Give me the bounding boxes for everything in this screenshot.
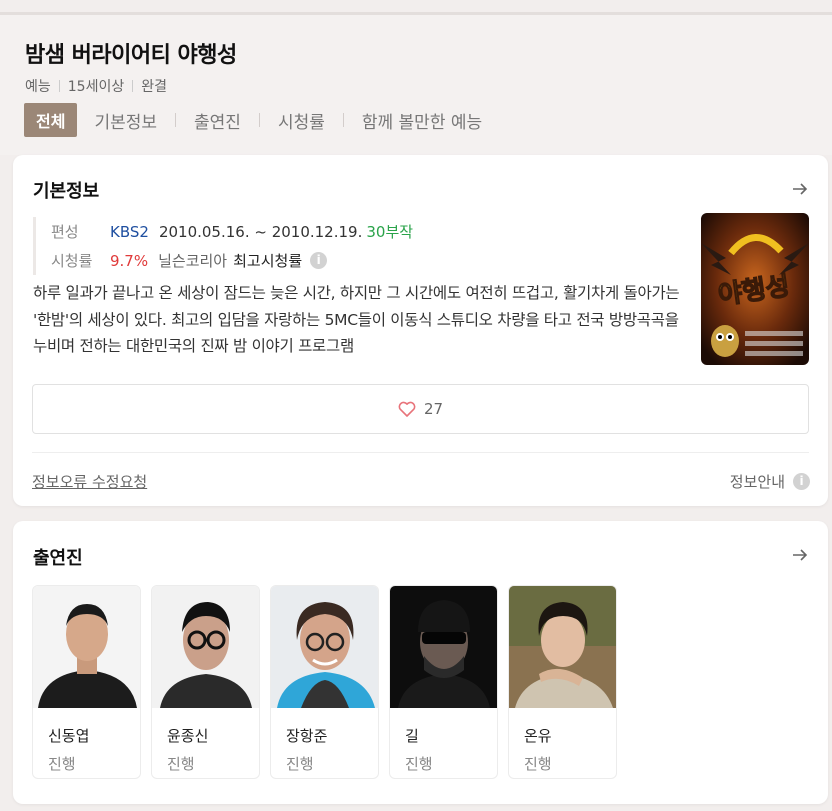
divider [32, 452, 809, 453]
tab-divider [85, 113, 86, 127]
genre-label: 예능 [25, 79, 51, 95]
program-header: 밤샘 버라이어티 야행성 예능 15세이상 완결 전체 기본정보 출연진 시청률… [0, 15, 832, 155]
tab-bar: 전체 기본정보 출연진 시청률 함께 볼만한 예능 [24, 103, 482, 137]
basic-info-card: 기본정보 편성 KBS2 2010.05.16. ~ 2010.12.19. 3… [13, 155, 828, 506]
meta-divider [132, 80, 134, 92]
cast-name: 온유 [524, 727, 552, 745]
info-guide-link[interactable]: 정보안내 i [730, 471, 810, 492]
broadcast-dates: 2010.05.16. ~ 2010.12.19. [158, 222, 363, 241]
cast-role: 진행 [405, 755, 433, 773]
info-icon[interactable]: i [310, 252, 328, 269]
tab-divider [342, 113, 344, 127]
info-rows: 편성 KBS2 2010.05.16. ~ 2010.12.19. 30부작 시… [33, 217, 413, 275]
basic-info-title: 기본정보 [33, 181, 100, 202]
cast-list: 신동엽 진행 윤종신 진행 장항준 진행 길 진행 온유 진행 [32, 585, 627, 779]
program-description: 하루 일과가 끝나고 온 세상이 잠드는 늦은 시간, 하지만 그 시간에도 여… [33, 284, 680, 355]
cast-member-card[interactable]: 신동엽 진행 [32, 585, 141, 779]
tab-related-shows[interactable]: 함께 볼만한 예능 [362, 108, 482, 133]
cast-name: 길 [405, 727, 419, 745]
cast-member-card[interactable]: 온유 진행 [508, 585, 617, 779]
meta-divider [58, 80, 60, 92]
program-title: 밤샘 버라이어티 야행성 [25, 43, 237, 68]
age-rating-label: 15세이상 [67, 79, 125, 95]
broadcast-label: 편성 [51, 223, 79, 241]
cast-role: 진행 [167, 755, 195, 773]
cast-photo [271, 586, 378, 708]
tab-all[interactable]: 전체 [24, 103, 78, 137]
cast-member-card[interactable]: 장항준 진행 [270, 585, 379, 779]
cast-role: 진행 [48, 755, 76, 773]
like-button[interactable]: 27 [32, 384, 809, 434]
cast-photo [33, 586, 140, 708]
cast-photo [390, 586, 497, 708]
arrow-right-icon[interactable] [790, 545, 810, 565]
cast-card: 출연진 신동엽 진행 윤종신 진행 장항준 진행 길 진행 온유 진행 [13, 521, 828, 804]
rating-label: 시청률 [51, 252, 93, 270]
report-error-link[interactable]: 정보오류 수정요청 [32, 471, 147, 492]
rating-type: 최고시청률 [233, 252, 303, 270]
tab-ratings[interactable]: 시청률 [278, 108, 325, 133]
program-poster[interactable]: 야행성 [701, 213, 809, 365]
cast-title: 출연진 [33, 548, 83, 569]
like-count: 27 [423, 400, 444, 418]
cast-name: 신동엽 [48, 727, 90, 745]
cast-member-card[interactable]: 길 진행 [389, 585, 498, 779]
broadcast-row: 편성 KBS2 2010.05.16. ~ 2010.12.19. 30부작 [51, 217, 413, 246]
tab-divider [175, 113, 177, 127]
arrow-right-icon[interactable] [790, 179, 810, 199]
rating-row: 시청률 9.7% 닐슨코리아 최고시청률 i [51, 246, 413, 275]
status-label: 완결 [141, 79, 167, 95]
heart-icon [398, 401, 416, 417]
cast-photo [509, 586, 616, 708]
cast-member-card[interactable]: 윤종신 진행 [151, 585, 260, 779]
rating-value: 9.7% [110, 251, 149, 270]
cast-name: 장항준 [286, 727, 328, 745]
channel-link[interactable]: KBS2 [110, 223, 149, 241]
episode-count: 30부작 [366, 223, 414, 241]
tab-basic-info[interactable]: 기본정보 [94, 108, 157, 133]
info-icon: i [793, 473, 810, 490]
info-guide-label: 정보안내 [729, 473, 785, 491]
cast-role: 진행 [524, 755, 552, 773]
program-meta: 예능 15세이상 완결 [25, 76, 167, 96]
cast-photo [152, 586, 259, 708]
rating-source: 닐슨코리아 [158, 252, 228, 270]
cast-role: 진행 [286, 755, 314, 773]
tab-cast[interactable]: 출연진 [194, 108, 241, 133]
tab-divider [258, 113, 260, 127]
cast-name: 윤종신 [167, 727, 209, 745]
